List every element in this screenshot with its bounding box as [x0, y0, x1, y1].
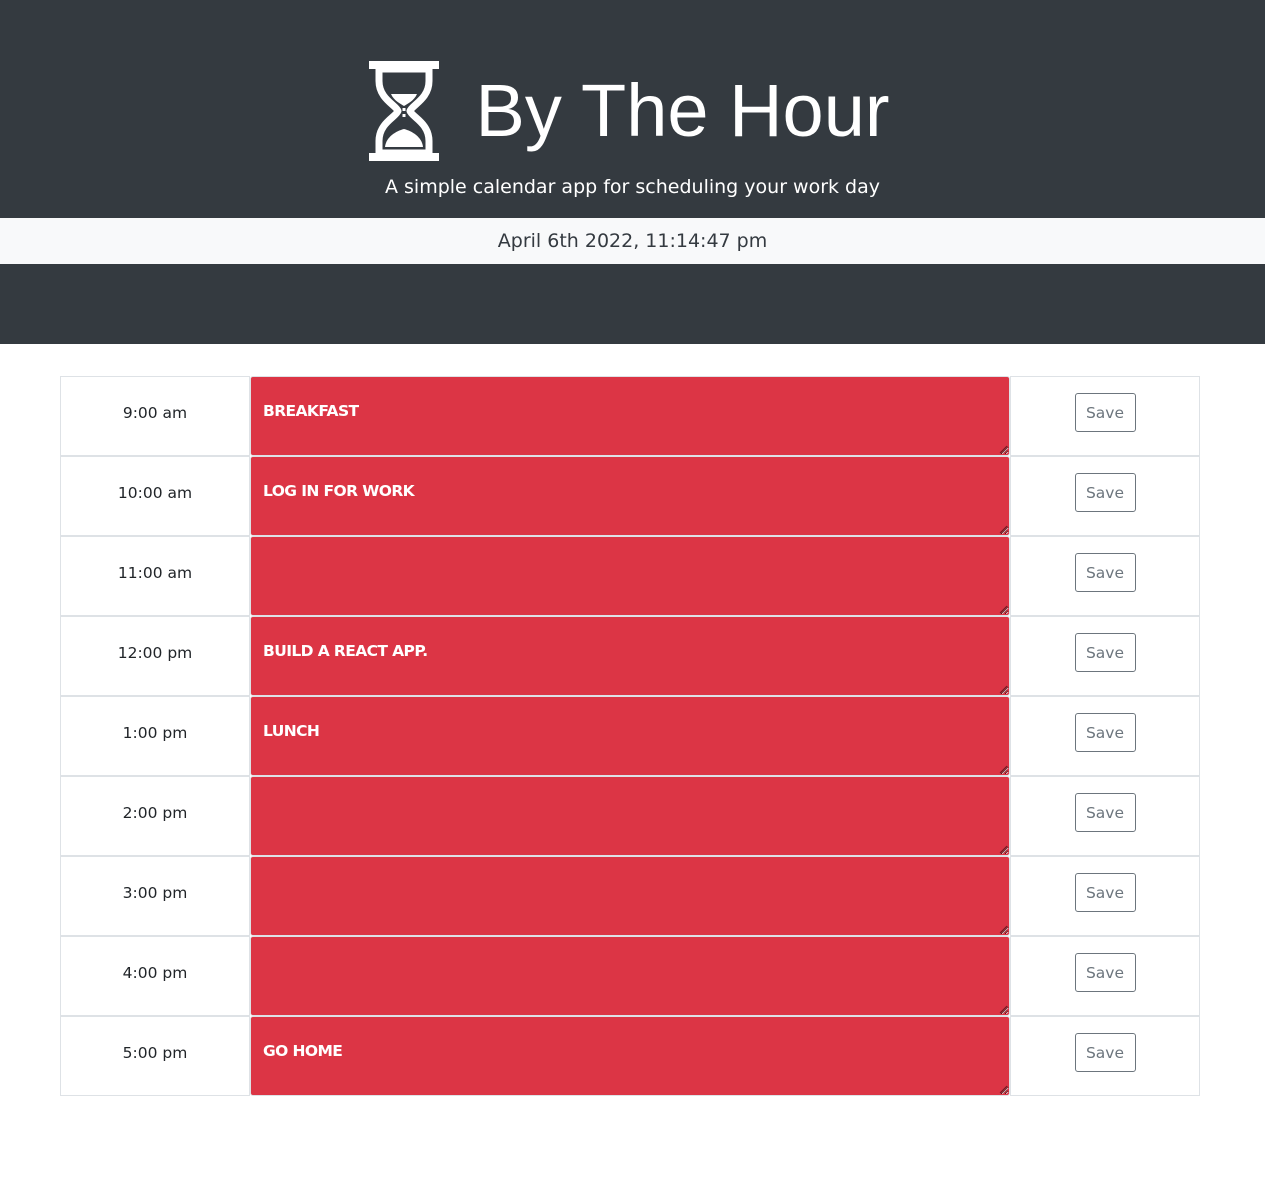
resize-handle-icon[interactable]: [999, 1085, 1008, 1094]
resize-handle-icon[interactable]: [999, 925, 1008, 934]
time-block-row: 1:00 pm LUNCH Save: [60, 696, 1200, 776]
save-button[interactable]: Save: [1074, 953, 1136, 992]
hour-label: 12:00 pm: [60, 616, 250, 696]
task-text: BUILD A REACT APP.: [263, 642, 428, 660]
time-block-row: 4:00 pm Save: [60, 936, 1200, 1016]
save-button[interactable]: Save: [1074, 633, 1136, 672]
task-textarea[interactable]: [250, 936, 1010, 1016]
task-text: LUNCH: [263, 722, 320, 740]
task-text: LOG IN FOR WORK: [263, 482, 415, 500]
save-cell: Save: [1010, 856, 1200, 936]
resize-handle-icon[interactable]: [999, 1005, 1008, 1014]
resize-handle-icon[interactable]: [999, 445, 1008, 454]
hour-label: 2:00 pm: [60, 776, 250, 856]
save-cell: Save: [1010, 936, 1200, 1016]
brand: By The Hour: [0, 56, 1265, 166]
hourglass-icon: [369, 61, 440, 161]
time-block-row: 3:00 pm Save: [60, 856, 1200, 936]
hour-label: 5:00 pm: [60, 1016, 250, 1096]
hour-label: 9:00 am: [60, 376, 250, 456]
time-block-row: 9:00 am BREAKFAST Save: [60, 376, 1200, 456]
save-cell: Save: [1010, 376, 1200, 456]
hour-label: 3:00 pm: [60, 856, 250, 936]
save-cell: Save: [1010, 776, 1200, 856]
task-textarea[interactable]: GO HOME: [250, 1016, 1010, 1096]
save-button[interactable]: Save: [1074, 1033, 1136, 1072]
hour-label: 11:00 am: [60, 536, 250, 616]
resize-handle-icon[interactable]: [999, 525, 1008, 534]
hour-label: 4:00 pm: [60, 936, 250, 1016]
app-title: By The Hour: [475, 69, 890, 152]
app-subtitle: A simple calendar app for scheduling you…: [384, 176, 881, 198]
save-cell: Save: [1010, 696, 1200, 776]
task-textarea[interactable]: BREAKFAST: [250, 376, 1010, 456]
task-textarea[interactable]: [250, 776, 1010, 856]
hour-label: 1:00 pm: [60, 696, 250, 776]
time-block-row: 10:00 am LOG IN FOR WORK Save: [60, 456, 1200, 536]
save-cell: Save: [1010, 456, 1200, 536]
task-textarea[interactable]: [250, 536, 1010, 616]
task-text: BREAKFAST: [263, 402, 359, 420]
save-cell: Save: [1010, 1016, 1200, 1096]
resize-handle-icon[interactable]: [999, 845, 1008, 854]
task-text: GO HOME: [263, 1042, 343, 1060]
resize-handle-icon[interactable]: [999, 605, 1008, 614]
task-textarea[interactable]: BUILD A REACT APP.: [250, 616, 1010, 696]
schedule: 9:00 am BREAKFAST Save 10:00 am LOG IN FOR W…: [60, 376, 1200, 1096]
save-button[interactable]: Save: [1074, 713, 1136, 752]
save-button[interactable]: Save: [1074, 553, 1136, 592]
time-block-row: 11:00 am Save: [60, 536, 1200, 616]
task-textarea[interactable]: [250, 856, 1010, 936]
current-datetime: April 6th 2022, 11:14:47 pm: [0, 218, 1265, 264]
time-block-row: 12:00 pm BUILD A REACT APP. Save: [60, 616, 1200, 696]
page-header: By The Hour A simple calendar app for sc…: [0, 0, 1265, 344]
save-cell: Save: [1010, 616, 1200, 696]
save-button[interactable]: Save: [1074, 873, 1136, 912]
save-button[interactable]: Save: [1074, 473, 1136, 512]
save-button[interactable]: Save: [1074, 393, 1136, 432]
resize-handle-icon[interactable]: [999, 685, 1008, 694]
task-textarea[interactable]: LUNCH: [250, 696, 1010, 776]
task-textarea[interactable]: LOG IN FOR WORK: [250, 456, 1010, 536]
time-block-row: 5:00 pm GO HOME Save: [60, 1016, 1200, 1096]
save-cell: Save: [1010, 536, 1200, 616]
time-block-row: 2:00 pm Save: [60, 776, 1200, 856]
hour-label: 10:00 am: [60, 456, 250, 536]
save-button[interactable]: Save: [1074, 793, 1136, 832]
resize-handle-icon[interactable]: [999, 765, 1008, 774]
current-datetime-text: April 6th 2022, 11:14:47 pm: [497, 230, 768, 252]
